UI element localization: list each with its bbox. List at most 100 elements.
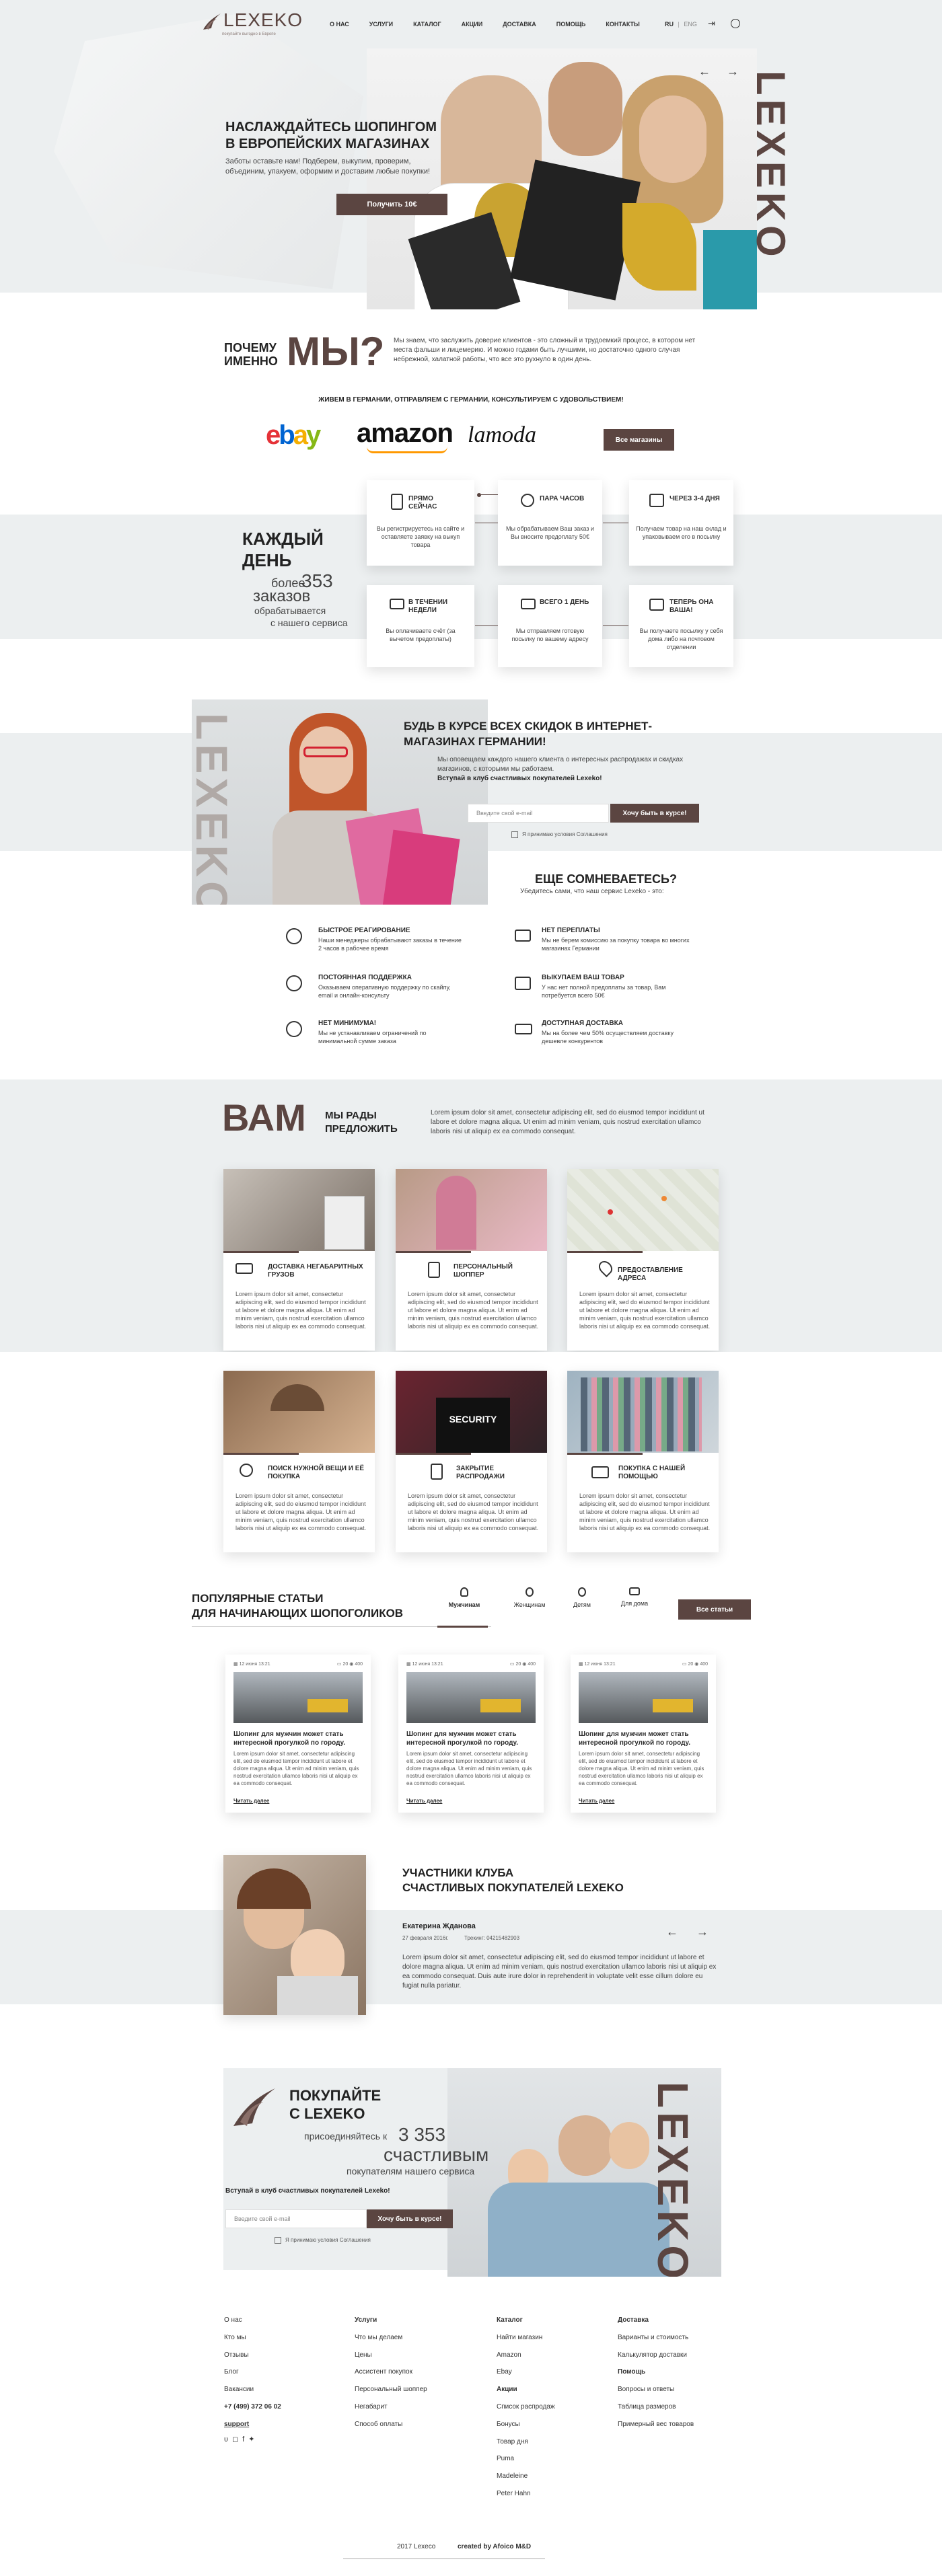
club-subscribe-button[interactable]: Хочу быть в курсе!	[610, 804, 699, 823]
nav-sales[interactable]: АКЦИИ	[462, 21, 483, 28]
footer-link[interactable]: Найти магазин	[497, 2329, 555, 2347]
offer-card-6[interactable]: ПОКУПКА С НАШЕЙ ПОМОЩЬЮ Lorem ipsum dolo…	[567, 1371, 719, 1552]
doubt-title: ЕЩЕ СОМНЕВАЕТЕСЬ?	[535, 872, 677, 886]
eye-icon: ◉	[694, 1662, 699, 1667]
tab-label: Мужчинам	[448, 1601, 480, 1608]
footer-link[interactable]: Персональный шоппер	[355, 2381, 427, 2398]
tab-kids[interactable]: Детям	[562, 1587, 602, 1608]
lang-eng[interactable]: ENG	[684, 21, 697, 28]
cta-agree-checkbox[interactable]	[275, 2237, 281, 2244]
club-email-input[interactable]: Введите свой e-mail	[468, 804, 609, 823]
taxi-yellow	[653, 1699, 693, 1712]
offer-card-3[interactable]: ПРЕДОСТАВЛЕНИЕ АДРЕСА Lorem ipsum dolor …	[567, 1169, 719, 1351]
footer-link[interactable]: Таблица размеров	[618, 2398, 694, 2416]
hero-text: Заботы оставьте нам! Подберем, выкупим, …	[225, 157, 431, 176]
nav-contacts[interactable]: КОНТАКТЫ	[606, 21, 639, 28]
nav-services[interactable]: УСЛУГИ	[369, 21, 393, 28]
nav-catalog[interactable]: КАТАЛОГ	[413, 21, 441, 28]
footer-phone[interactable]: +7 (499) 372 06 02	[224, 2398, 281, 2416]
footer-support[interactable]: support	[224, 2416, 281, 2433]
lang-sep: |	[678, 21, 680, 28]
cta-subscribe-button[interactable]: Хочу быть в курсе!	[367, 2209, 453, 2228]
footer-link[interactable]: Вопросы и ответы	[618, 2381, 694, 2398]
footer-link[interactable]: Что мы делаем	[355, 2329, 427, 2347]
footer-link[interactable]: Ассистент покупок	[355, 2363, 427, 2381]
nav-help[interactable]: ПОМОЩЬ	[556, 21, 586, 28]
all-shops-button[interactable]: Все магазины	[604, 429, 674, 451]
footer-link[interactable]: Цены	[355, 2347, 427, 2364]
washing-machine	[324, 1196, 365, 1250]
article-card-2[interactable]: ▦ 12 июня 13:21 ▭ 20 ◉ 400 Шопинг для му…	[398, 1655, 544, 1813]
article-meta: ▦ 12 июня 13:21 ▭ 20 ◉ 400	[406, 1661, 536, 1667]
footer-link[interactable]: Калькулятор доставки	[618, 2347, 694, 2364]
nav-delivery[interactable]: ДОСТАВКА	[503, 21, 536, 28]
footer-created[interactable]: created by Afoico M&D	[458, 2543, 531, 2550]
footer-link[interactable]: Список распродаж	[497, 2398, 555, 2416]
vk-icon[interactable]: ʋ	[224, 2435, 232, 2444]
footer-link[interactable]: Отзывы	[224, 2347, 281, 2364]
kid-icon	[578, 1587, 586, 1597]
card-photo: SECURITY	[396, 1371, 547, 1453]
articles-t2: ДЛЯ НАЧИНАЮЩИХ ШОПОГОЛИКОВ	[192, 1607, 404, 1620]
footer-link[interactable]: Кто мы	[224, 2329, 281, 2347]
login-icon[interactable]: ⇥	[708, 19, 717, 28]
offer-card-5[interactable]: SECURITY ЗАКРЫТИЕ РАСПРОДАЖИ Lorem ipsum…	[396, 1371, 547, 1552]
tab-women[interactable]: Женщинам	[506, 1587, 553, 1608]
brand-ebay[interactable]: ebay	[266, 420, 321, 451]
footer-link[interactable]: Варианты и стоимость	[618, 2329, 694, 2347]
step-text: Вы получаете посылку у себя дома либо на…	[639, 628, 723, 650]
logo[interactable]: LEXEKO	[202, 9, 303, 31]
nav-about[interactable]: О НАС	[330, 21, 349, 28]
footer-link[interactable]: Блог	[224, 2363, 281, 2381]
daily-l2: ДЕНЬ	[242, 550, 292, 570]
footer-link[interactable]: Товар дня	[497, 2433, 555, 2451]
footer-link[interactable]: Peter Hahn	[497, 2485, 555, 2503]
lang-ru[interactable]: RU	[665, 21, 674, 28]
view-count: 400	[700, 1662, 708, 1667]
brand-lamoda[interactable]: lamoda	[468, 422, 536, 448]
facebook-icon[interactable]: f	[242, 2435, 248, 2444]
article-card-1[interactable]: ▦ 12 июня 13:21 ▭ 20 ◉ 400 Шопинг для му…	[225, 1655, 371, 1813]
offer-card-2[interactable]: ПЕРСОНАЛЬНЫЙ ШОППЕР Lorem ipsum dolor si…	[396, 1169, 547, 1351]
footer-link[interactable]: Ebay	[497, 2363, 555, 2381]
doubt-item-title: ВЫКУПАЕМ ВАШ ТОВАР	[542, 974, 624, 981]
user-icon[interactable]	[731, 19, 740, 28]
member-prev-arrow[interactable]: ←	[666, 1925, 678, 1939]
offer-card-4[interactable]: ПОИСК НУЖНОЙ ВЕЩИ И ЕЁ ПОКУПКА Lorem ips…	[223, 1371, 375, 1552]
offer-card-1[interactable]: ДОСТАВКА НЕГАБАРИТНЫХ ГРУЗОВ Lorem ipsum…	[223, 1169, 375, 1351]
article-card-3[interactable]: ▦ 12 июня 13:21 ▭ 20 ◉ 400 Шопинг для му…	[571, 1655, 716, 1813]
read-more-link[interactable]: Читать далее	[579, 1798, 614, 1804]
warehouse-icon	[649, 494, 664, 507]
club-agree-checkbox[interactable]	[511, 831, 518, 838]
article-date: 12 июня 13:21	[239, 1662, 270, 1667]
hero-cta-button[interactable]: Получить 10€	[336, 194, 447, 215]
footer-link[interactable]: Madeleine	[497, 2468, 555, 2485]
member-next-arrow[interactable]: →	[696, 1925, 709, 1939]
club-text: Мы оповещаем каждого нашего клиента о ин…	[437, 756, 684, 773]
clothes-rack	[581, 1377, 702, 1451]
tab-men[interactable]: Мужчинам	[441, 1587, 488, 1608]
read-more-link[interactable]: Читать далее	[406, 1798, 442, 1804]
footer-link[interactable]: Вакансии	[224, 2381, 281, 2398]
tab-label: Детям	[573, 1601, 591, 1608]
footer-link[interactable]: Amazon	[497, 2347, 555, 2364]
cta-email-input[interactable]: Введите свой e-mail	[225, 2209, 367, 2228]
all-articles-button[interactable]: Все статьи	[678, 1599, 751, 1620]
hero-next-arrow[interactable]: →	[727, 65, 739, 79]
brand-amazon[interactable]: amazon	[357, 418, 454, 449]
footer-link[interactable]: Негабарит	[355, 2398, 427, 2416]
tab-label: Женщинам	[513, 1601, 546, 1608]
woman-icon	[526, 1587, 534, 1597]
read-more-link[interactable]: Читать далее	[233, 1798, 269, 1804]
footer-link[interactable]: Puma	[497, 2450, 555, 2468]
step-title: В ТЕЧЕНИИ НЕДЕЛИ	[408, 599, 448, 614]
footer-link[interactable]: Способ оплаты	[355, 2416, 427, 2433]
twitter-icon[interactable]: ✦	[248, 2435, 258, 2444]
instagram-icon[interactable]: ◻	[232, 2435, 242, 2444]
hero-prev-arrow[interactable]: ←	[698, 65, 711, 79]
footer-link[interactable]: Бонусы	[497, 2416, 555, 2433]
tab-home[interactable]: Для дома	[611, 1587, 658, 1607]
footer-link[interactable]: О нас	[224, 2312, 281, 2329]
footer-link[interactable]: Примерный вес товаров	[618, 2416, 694, 2433]
cta-bird-icon	[231, 2082, 278, 2129]
